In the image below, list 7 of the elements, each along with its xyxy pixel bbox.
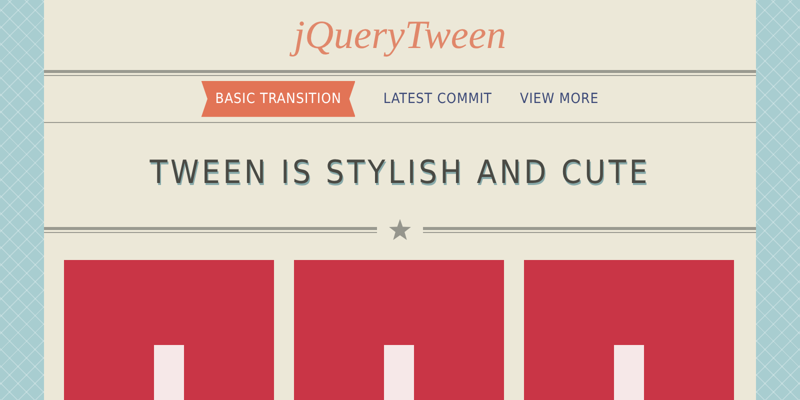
demo-block xyxy=(154,345,184,400)
nav-link[interactable]: VIEW MORE xyxy=(520,80,599,117)
star-icon xyxy=(389,219,411,240)
heading: TWEEN IS STYLISH AND CUTE xyxy=(150,153,650,191)
demo-block xyxy=(384,345,414,400)
nav-link[interactable]: LATEST COMMIT xyxy=(383,80,492,117)
demo-block xyxy=(614,345,644,400)
